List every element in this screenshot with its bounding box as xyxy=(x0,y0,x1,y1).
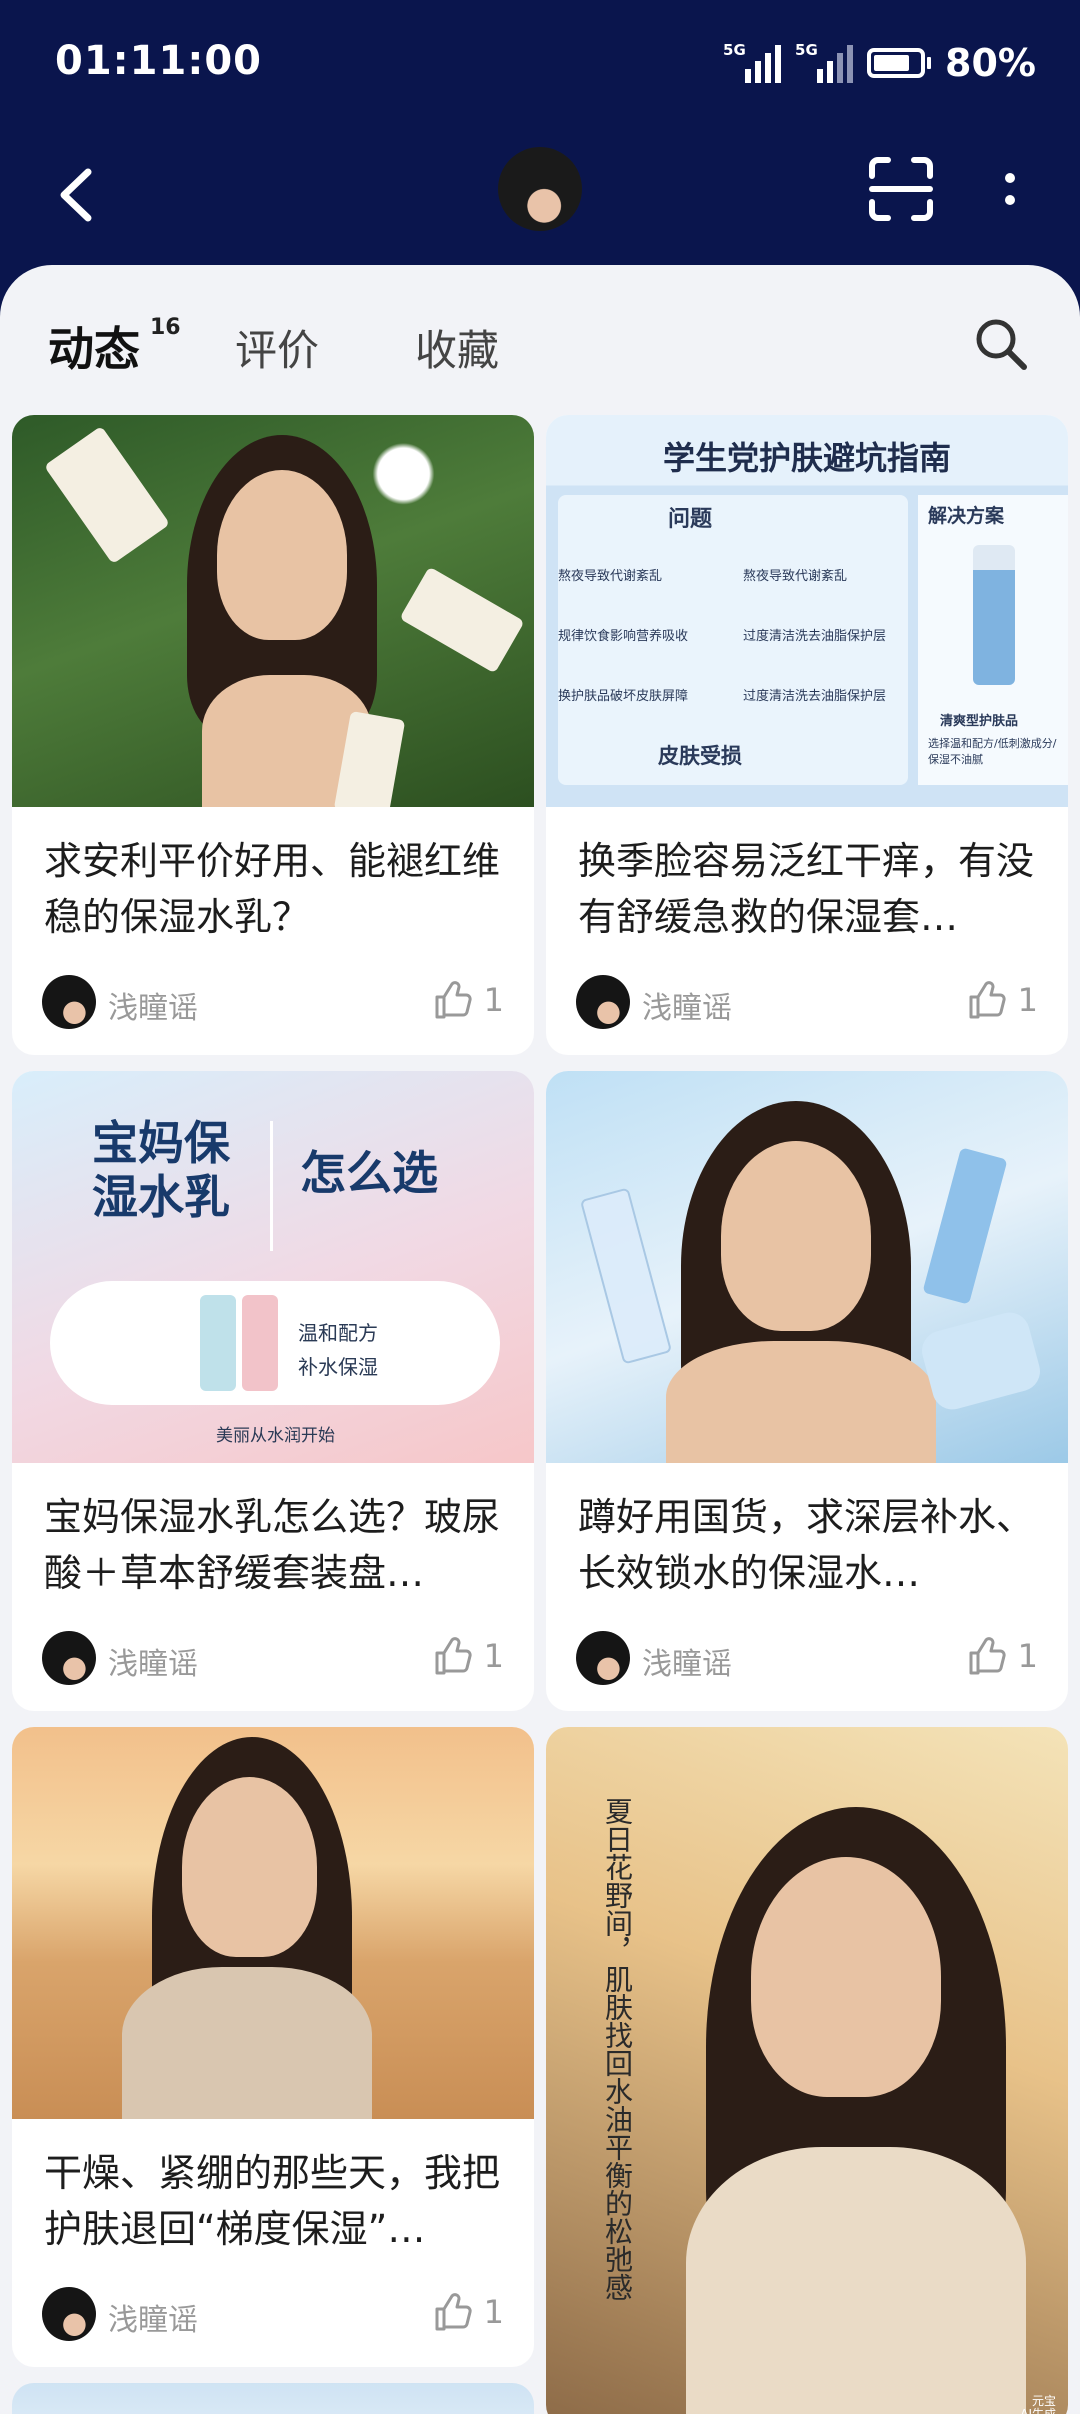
status-indicators: 5G 5G 80% xyxy=(723,38,1036,88)
battery-percent: 80% xyxy=(945,41,1036,85)
post-meta: 浅瞳谣 1 xyxy=(42,1631,504,1687)
image-label: 补水保湿 xyxy=(298,1355,378,1379)
post-title: 求安利平价好用、能褪红维稳的保湿水乳？ xyxy=(44,839,501,939)
post-image xyxy=(12,1727,534,2119)
avatar[interactable] xyxy=(576,1631,630,1685)
post-image: 夏日花野间，肌肤找回水油平衡的松弛感 元宝 AI生成 xyxy=(546,1727,1068,2414)
status-bar: 01:11:00 5G 5G 80% xyxy=(0,0,1080,130)
image-label: 过度清洁洗去油脂保护层 xyxy=(743,629,887,644)
post-meta: 浅瞳谣 1 xyxy=(576,975,1038,1031)
tab-count-badge: 16 xyxy=(150,315,181,340)
image-panel: 问题 熬夜导致代谢紊乱 熬夜导致代谢紊乱 规律饮食影响营养吸收 过度清洁洗去油脂… xyxy=(558,495,908,785)
avatar[interactable] xyxy=(576,975,630,1029)
thumbs-up-icon xyxy=(435,981,472,1019)
image-label: 皮肤受损 xyxy=(658,744,742,768)
thumbs-up-icon xyxy=(435,2293,472,2331)
author-name[interactable]: 浅瞳谣 xyxy=(108,1639,198,1683)
like-button[interactable]: 1 xyxy=(432,979,504,1021)
author-name[interactable]: 浅瞳谣 xyxy=(642,1639,732,1683)
chevron-left-icon[interactable] xyxy=(52,160,102,230)
avatar[interactable] xyxy=(42,975,96,1029)
tab-bar: 动态 16 评价 收藏 xyxy=(0,265,1080,415)
network-type: 5G xyxy=(723,41,746,59)
image-panel: 解决方案 清爽型护肤品 选择温和配方/低刺激成分/保湿不油腻 xyxy=(918,495,1068,785)
tab-favorites[interactable]: 收藏 xyxy=(415,317,499,378)
post-meta: 浅瞳谣 1 xyxy=(576,1631,1038,1687)
like-button[interactable]: 1 xyxy=(432,1635,504,1677)
author-name[interactable]: 浅瞳谣 xyxy=(108,983,198,1027)
image-label: 温和配方 xyxy=(298,1321,378,1345)
like-button[interactable]: 1 xyxy=(966,1635,1038,1677)
image-label: 过度清洁洗去油脂保护层 xyxy=(743,689,887,704)
post-title: 干燥、紧绷的那些天，我把护肤退回“梯度保湿”… xyxy=(44,2151,501,2251)
post-card[interactable] xyxy=(12,2383,534,2414)
image-label: 熬夜导致代谢紊乱 xyxy=(743,569,848,584)
image-label: 美丽从水润开始 xyxy=(216,1426,335,1446)
ai-watermark: 元宝 AI生成 xyxy=(1020,2394,1056,2414)
thumbs-up-icon xyxy=(969,981,1006,1019)
image-label: 选择温和配方/低刺激成分/保湿不油腻 xyxy=(928,737,1057,766)
post-meta: 浅瞳谣 1 xyxy=(42,975,504,1031)
post-card[interactable]: 宝妈保 湿水乳 怎么选 温和配方 补水保湿 美丽从水润开始 宝妈保湿水乳怎么选？… xyxy=(12,1071,534,1711)
signal-icon: 5G xyxy=(723,41,782,85)
avatar[interactable] xyxy=(42,2287,96,2341)
like-count: 1 xyxy=(483,981,504,1019)
like-button[interactable]: 1 xyxy=(966,979,1038,1021)
thumbs-up-icon xyxy=(435,1637,472,1675)
content-sheet: 动态 16 评价 收藏 求安利平价好用、能褪红维稳的保湿水乳？ 浅瞳谣 1 学生… xyxy=(0,265,1080,2414)
image-label: 规律饮食影响营养吸收 xyxy=(558,629,689,644)
more-vertical-icon[interactable] xyxy=(990,160,1030,220)
avatar[interactable] xyxy=(42,1631,96,1685)
top-nav xyxy=(0,130,1080,260)
signal-icon: 5G xyxy=(795,41,854,85)
like-button[interactable]: 1 xyxy=(432,2291,504,2333)
like-count: 1 xyxy=(1017,1637,1038,1675)
image-title: 学生党护肤避坑指南 xyxy=(662,439,951,477)
post-image xyxy=(546,1071,1068,1463)
like-count: 1 xyxy=(483,2293,504,2331)
post-card[interactable]: 蹲好用国货，求深层补水、长效锁水的保湿水… 浅瞳谣 1 xyxy=(546,1071,1068,1711)
author-name[interactable]: 浅瞳谣 xyxy=(108,2295,198,2339)
post-card[interactable]: 夏日花野间，肌肤找回水油平衡的松弛感 元宝 AI生成 xyxy=(546,1727,1068,2414)
image-caption: 夏日花野间，肌肤找回水油平衡的松弛感 xyxy=(601,1797,634,2301)
scan-icon[interactable] xyxy=(868,156,934,222)
image-title: 怎么选 xyxy=(300,1146,438,1200)
image-label: 清爽型护肤品 xyxy=(940,714,1019,729)
tab-reviews[interactable]: 评价 xyxy=(235,317,319,378)
tab-dynamic[interactable]: 动态 xyxy=(48,313,144,383)
post-meta: 浅瞳谣 1 xyxy=(42,2287,504,2343)
status-time: 01:11:00 xyxy=(55,38,262,84)
network-type: 5G xyxy=(795,41,818,59)
avatar[interactable] xyxy=(498,147,582,231)
post-title: 宝妈保湿水乳怎么选？玻尿酸＋草本舒缓套装盘… xyxy=(44,1495,501,1595)
search-icon[interactable] xyxy=(972,315,1030,373)
author-name[interactable]: 浅瞳谣 xyxy=(642,983,732,1027)
post-card[interactable]: 干燥、紧绷的那些天，我把护肤退回“梯度保湿”… 浅瞳谣 1 xyxy=(12,1727,534,2367)
post-title: 换季脸容易泛红干痒，有没有舒缓急救的保湿套… xyxy=(578,839,1035,939)
like-count: 1 xyxy=(483,1637,504,1675)
post-image: 宝妈保 湿水乳 怎么选 温和配方 补水保湿 美丽从水润开始 xyxy=(12,1071,534,1463)
thumbs-up-icon xyxy=(969,1637,1006,1675)
image-panel: 温和配方 补水保湿 xyxy=(50,1281,500,1405)
post-card[interactable]: 求安利平价好用、能褪红维稳的保湿水乳？ 浅瞳谣 1 xyxy=(12,415,534,1055)
post-image: 学生党护肤避坑指南 问题 熬夜导致代谢紊乱 熬夜导致代谢紊乱 规律饮食影响营养吸… xyxy=(546,415,1068,807)
like-count: 1 xyxy=(1017,981,1038,1019)
image-label: 解决方案 xyxy=(928,505,1005,527)
tab-label: 动态 xyxy=(48,322,140,376)
image-label: 问题 xyxy=(668,507,713,532)
post-title: 蹲好用国货，求深层补水、长效锁水的保湿水… xyxy=(578,1495,1035,1595)
battery-icon xyxy=(867,48,932,78)
image-label: 熬夜导致代谢紊乱 xyxy=(558,569,663,584)
post-card[interactable]: 学生党护肤避坑指南 问题 熬夜导致代谢紊乱 熬夜导致代谢紊乱 规律饮食影响营养吸… xyxy=(546,415,1068,1055)
screen: 01:11:00 5G 5G 80% 动态 16 评价 收藏 求安利平价好用、能… xyxy=(0,0,1080,2414)
image-title: 宝妈保 湿水乳 xyxy=(92,1116,230,1224)
post-image xyxy=(12,415,534,807)
image-label: 换护肤品破坏皮肤屏障 xyxy=(558,689,689,704)
